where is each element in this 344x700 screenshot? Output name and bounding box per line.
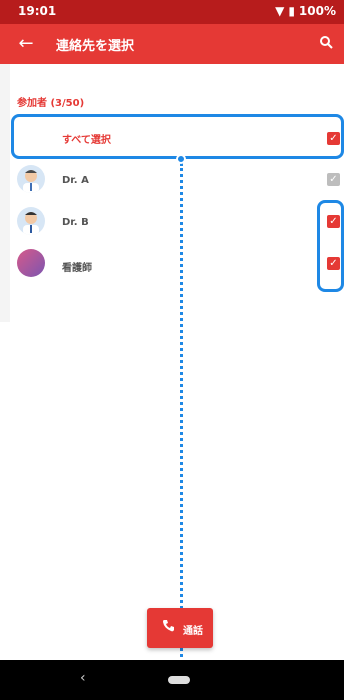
status-indicators: ▼ ▮ 100% xyxy=(275,4,336,18)
annotation-start-dot xyxy=(176,154,186,164)
contact-row-dr-b[interactable]: Dr. B ✓ xyxy=(0,203,344,241)
contact-name: Dr. B xyxy=(62,217,89,228)
contact-name: Dr. A xyxy=(62,175,89,186)
battery-icon: ▮ xyxy=(288,4,295,18)
checkbox-highlight xyxy=(317,200,344,292)
call-button[interactable]: 通話 xyxy=(147,608,213,648)
back-arrow-icon[interactable]: ← xyxy=(14,32,38,56)
participants-count-label: 参加者 (3/50) xyxy=(17,98,85,109)
contact-row-nurse[interactable]: 看護師 ✓ xyxy=(0,245,344,283)
wifi-icon: ▼ xyxy=(275,4,285,18)
nav-bar: ‹ xyxy=(0,660,344,700)
status-bar: 19:01 ▼ ▮ 100% xyxy=(0,0,344,24)
avatar xyxy=(17,207,45,235)
page-title: 連絡先を選択 xyxy=(56,39,135,54)
avatar xyxy=(17,249,45,277)
select-all-highlight xyxy=(11,114,344,159)
call-label: 通話 xyxy=(183,626,203,637)
battery-level: 100% xyxy=(298,4,336,18)
contact-name: 看護師 xyxy=(62,263,92,274)
status-time: 19:01 xyxy=(18,4,57,18)
nav-back-icon[interactable]: ‹ xyxy=(80,670,86,686)
phone-icon xyxy=(161,618,177,638)
search-icon[interactable] xyxy=(314,32,338,56)
avatar xyxy=(17,165,45,193)
app-bar: ← 連絡先を選択 xyxy=(0,24,344,64)
contact-checkbox: ✓ xyxy=(327,173,340,186)
contact-row-dr-a[interactable]: Dr. A ✓ xyxy=(0,161,344,199)
nav-home-pill[interactable] xyxy=(168,676,190,684)
